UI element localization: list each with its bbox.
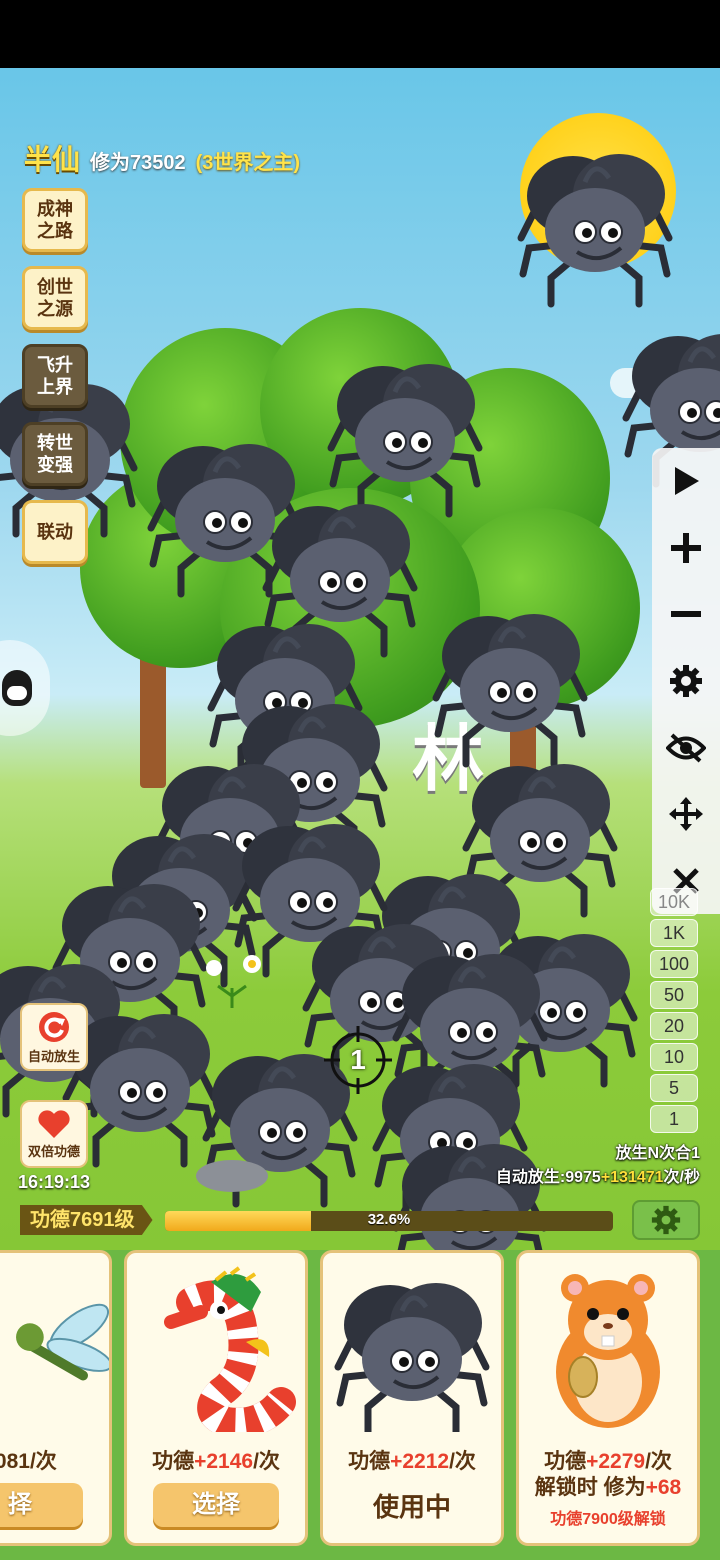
auto-release-bonus: +131471 bbox=[600, 1169, 664, 1186]
merit-progress-text: 32.6% bbox=[367, 1211, 411, 1228]
linkage-button[interactable]: 联动 bbox=[22, 500, 88, 564]
auto-release-base: 自动放生:9975 bbox=[495, 1169, 601, 1186]
auto-release-label: 自动放生 bbox=[27, 1048, 80, 1064]
dragonfly-card[interactable]: 2081/次 择 bbox=[0, 1250, 112, 1546]
merit-per-release: 2081/次 bbox=[0, 1450, 57, 1473]
auto-release-rate: 自动放生:9975+131471次/秒 bbox=[496, 1166, 700, 1190]
release-info: 放生N次合1 自动放生:9975+131471次/秒 bbox=[496, 1142, 700, 1190]
realm-label: (3世界之主) bbox=[195, 152, 301, 174]
plus-icon[interactable] bbox=[664, 526, 708, 570]
unlock-reward: 解锁时 修为+68 bbox=[534, 1476, 682, 1499]
multiplier-option[interactable]: 1 bbox=[650, 1105, 698, 1133]
dragonfly-image bbox=[0, 1261, 109, 1433]
beetle-image bbox=[323, 1261, 501, 1433]
merit-level: 功德7691级 bbox=[20, 1205, 153, 1235]
move-icon[interactable] bbox=[664, 792, 708, 836]
refresh-icon bbox=[39, 1011, 69, 1042]
multiplier-option[interactable]: 10 bbox=[650, 1043, 698, 1071]
creation-source-button[interactable]: 创世之源 bbox=[22, 266, 88, 330]
unlock-requirement: 功德7900级解锁 bbox=[550, 1511, 666, 1528]
seahorse-card[interactable]: 功德+2146/次 选择 bbox=[124, 1250, 308, 1546]
multiplier-option[interactable]: 50 bbox=[650, 981, 698, 1009]
auto-release-unit: 次/秒 bbox=[663, 1169, 700, 1186]
reticle-count: 1 bbox=[350, 1044, 366, 1075]
reincarnate-button[interactable]: 转世变强 bbox=[22, 422, 88, 486]
seahorse-image bbox=[127, 1261, 305, 1433]
merit-per-release: 功德+2212/次 bbox=[348, 1450, 476, 1473]
settings-button[interactable] bbox=[632, 1200, 700, 1240]
gear-icon bbox=[651, 1205, 681, 1235]
penguin-icon bbox=[2, 670, 32, 706]
road-to-godhood-button[interactable]: 成神之路 bbox=[22, 188, 88, 252]
beetle bbox=[521, 154, 669, 304]
play-icon[interactable] bbox=[664, 459, 708, 503]
tool-sidebar bbox=[652, 448, 720, 914]
minus-icon[interactable] bbox=[664, 592, 708, 636]
beetle-card[interactable]: 功德+2212/次 使用中 bbox=[320, 1250, 504, 1546]
in-use-label: 使用中 bbox=[372, 1492, 451, 1522]
creature-selector: 2081/次 择 功德+2146/次 选择 bbox=[0, 1250, 720, 1560]
merit-per-release: 功德+2146/次 bbox=[152, 1450, 280, 1473]
multiplier-option[interactable]: 5 bbox=[650, 1074, 698, 1102]
multiplier-option[interactable]: 1K bbox=[650, 919, 698, 947]
ascend-button[interactable]: 飞升上界 bbox=[22, 344, 88, 408]
double-merit-label: 双倍功德 bbox=[27, 1143, 80, 1159]
target-reticle: 1 bbox=[324, 1026, 392, 1094]
player-status: 半仙 修为73502 (3世界之主) bbox=[24, 138, 300, 178]
game-scene[interactable]: 林 1 半仙 修为73502 (3世界之主) 成神之路 创世之源 飞升上界 转世… bbox=[0, 68, 720, 1560]
hamster-image bbox=[519, 1261, 697, 1433]
eye-off-icon[interactable] bbox=[664, 726, 708, 770]
release-multiplier-list: 10K 1K 100 50 20 10 5 1 bbox=[650, 888, 698, 1133]
status-bar bbox=[0, 0, 720, 68]
white-flower bbox=[206, 955, 261, 1008]
gear-icon[interactable] bbox=[664, 659, 708, 703]
player-rank: 半仙 bbox=[24, 144, 81, 175]
multiplier-option[interactable]: 20 bbox=[650, 1012, 698, 1040]
rock bbox=[196, 1160, 268, 1192]
merit-progress-bar: 32.6% bbox=[165, 1211, 613, 1231]
select-button[interactable]: 择 bbox=[0, 1483, 83, 1527]
heart-icon bbox=[38, 1109, 70, 1138]
hamster-card[interactable]: 功德+2279/次 解锁时 修为+68 功德7900级解锁 bbox=[516, 1250, 700, 1546]
multiplier-option[interactable]: 100 bbox=[650, 950, 698, 978]
select-button[interactable]: 选择 bbox=[153, 1483, 279, 1527]
countdown-timer: 16:19:13 bbox=[18, 1172, 91, 1192]
multiplier-option[interactable]: 10K bbox=[650, 888, 698, 916]
double-merit-button[interactable]: 双倍功德 bbox=[20, 1100, 88, 1168]
auto-release-button[interactable]: 自动放生 bbox=[20, 1003, 88, 1071]
merge-rule: 放生N次合1 bbox=[615, 1145, 700, 1162]
cultivation-value: 修为73502 bbox=[90, 152, 186, 174]
